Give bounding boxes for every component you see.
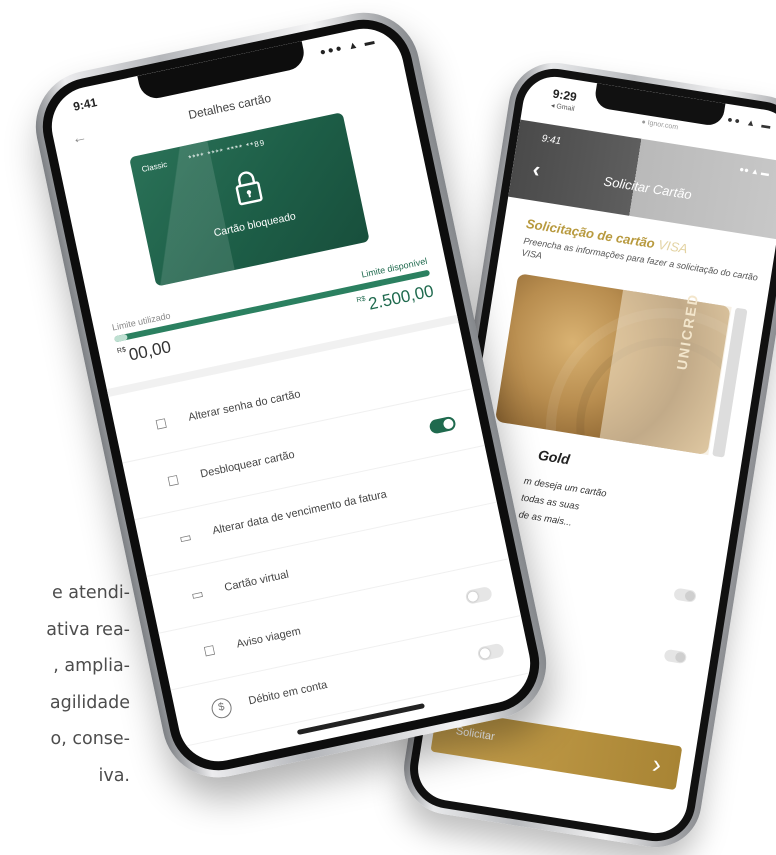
credit-card-icon: ▭	[189, 585, 205, 603]
unlock-card-toggle[interactable]	[428, 415, 457, 435]
travel-notice-toggle[interactable]	[464, 585, 493, 605]
menu-item-label: Alterar senha do cartão	[187, 388, 302, 424]
currency-symbol: R$	[116, 346, 127, 356]
background-paragraph: e atendi- ativa rea- , amplia- agilidade…	[0, 575, 130, 794]
padlock-icon	[235, 171, 263, 206]
dollar-circle-icon: $	[209, 696, 234, 721]
calendar-icon: ▭	[177, 528, 193, 547]
card-name: Gold	[536, 446, 571, 468]
visa-brand: VISA	[657, 236, 689, 257]
blocked-card[interactable]: Classic **** **** **** **89 Cartão bloqu…	[129, 112, 370, 287]
page-title: Solicitar Cartão	[602, 173, 693, 203]
status-time: 9:41	[71, 95, 99, 114]
option-toggle[interactable]	[673, 587, 697, 603]
used-limit-value: R$00,00	[116, 337, 172, 368]
card-description: m deseja um cartão todas as suas de as m…	[517, 473, 663, 545]
menu-item-label: Aviso viagem	[235, 625, 302, 651]
account-debit-toggle[interactable]	[476, 642, 505, 662]
inner-status-icons: ●● ▲ ▬	[738, 164, 770, 179]
paragraph-line: e atendi-	[51, 583, 130, 603]
menu-item-label: Desbloquear cartão	[199, 448, 296, 481]
paragraph-line: ativa rea-	[46, 619, 130, 640]
unlock-icon: ☐	[166, 472, 181, 490]
lock-icon: ☐	[153, 415, 169, 433]
paragraph-line: o, conse-	[50, 729, 130, 749]
inner-status-time: 9:41	[540, 133, 562, 148]
chevron-right-icon: ›	[650, 748, 664, 780]
back-chevron-icon[interactable]: ‹	[531, 156, 542, 183]
status-icons: ●● ▲ ▬	[726, 114, 774, 132]
used-amount: 00,00	[127, 337, 173, 365]
currency-symbol: R$	[355, 295, 367, 305]
request-button-label: Solicitar	[455, 725, 496, 744]
card-actions-menu: ☐ Alterar senha do cartão ☐ Desbloquear …	[110, 332, 534, 748]
luggage-icon: ☐	[202, 642, 217, 660]
paragraph-line: , amplia-	[53, 656, 130, 676]
card-overlay	[599, 289, 732, 456]
limit-progress-fill	[113, 333, 128, 343]
status-icons: ●●● ▲ ▬	[318, 35, 378, 59]
option-toggle[interactable]	[663, 648, 688, 665]
menu-item-label: Cartão virtual	[223, 568, 290, 594]
paragraph-line: agilidade	[49, 692, 130, 713]
menu-item-label: Débito em conta	[247, 678, 329, 708]
card-stripe	[129, 140, 235, 287]
paragraph-line: iva.	[98, 765, 130, 786]
